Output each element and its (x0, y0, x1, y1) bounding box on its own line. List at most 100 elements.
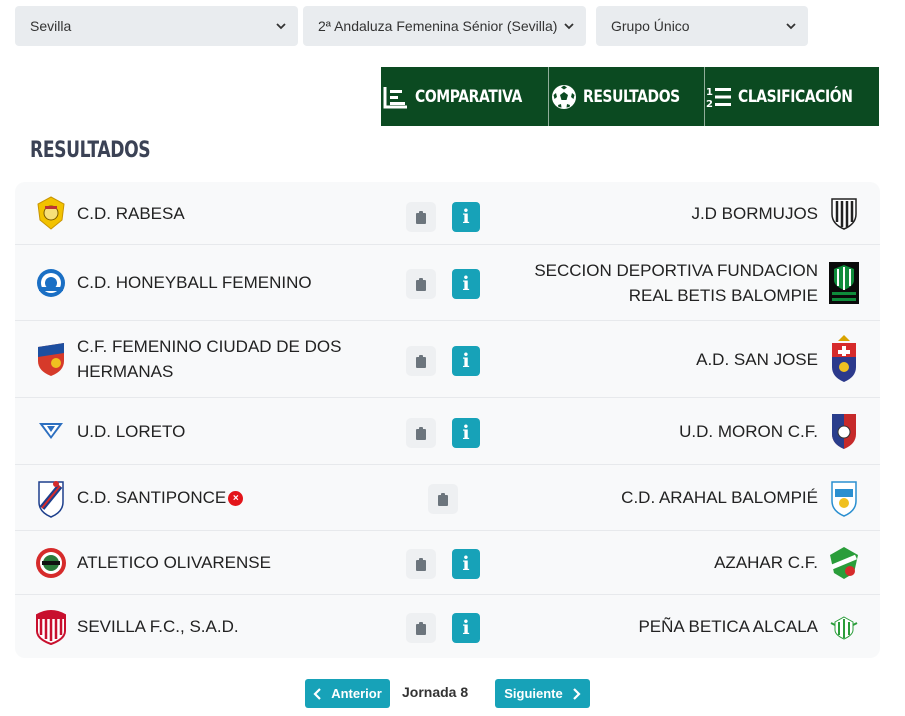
chevron-down-icon (786, 23, 796, 30)
match-report-button[interactable] (406, 613, 436, 643)
clipboard-icon (438, 492, 448, 506)
match-row: U.D. LORETO i U.D. MORON C.F. (15, 398, 880, 465)
previous-label: Anterior (331, 686, 382, 701)
home-team-name: C.F. FEMENINO CIUDAD DE DOS HERMANAS (77, 337, 342, 381)
match-report-button[interactable] (406, 269, 436, 299)
away-team[interactable]: C.D. ARAHAL BALOMPIÉ (500, 465, 860, 530)
info-icon: i (462, 553, 470, 575)
team-crest-icon (828, 540, 860, 586)
chevron-right-icon (572, 687, 581, 700)
team-crest-icon (828, 475, 860, 521)
match-row: C.D. SANTIPONCE × C.D. ARAHAL BALOMPIÉ (15, 465, 880, 531)
away-team-name: A.D. SAN JOSE (696, 349, 818, 369)
tab-comparativa[interactable]: COMPARATIVA (381, 67, 549, 126)
next-label: Siguiente (504, 686, 563, 701)
home-team-name: C.D. RABESA (77, 203, 185, 223)
next-button[interactable]: Siguiente (495, 679, 590, 708)
section-tabs: COMPARATIVA RESULTADOS 1 2 CLASIFICACIÓN (381, 67, 879, 126)
previous-button[interactable]: Anterior (305, 679, 390, 708)
match-row: ATLETICO OLIVARENSE i AZAHAR C.F. (15, 531, 880, 595)
team-crest-icon (828, 260, 860, 306)
match-report-button[interactable] (406, 346, 436, 376)
away-team-name: SECCION DEPORTIVA FUNDACION REAL BETIS B… (534, 260, 818, 305)
match-info-button[interactable]: i (452, 549, 480, 579)
current-round-label: Jornada 8 (402, 684, 469, 700)
section-title: RESULTADOS (30, 138, 151, 163)
home-team-name: ATLETICO OLIVARENSE (77, 553, 271, 572)
team-crest-icon (828, 190, 860, 236)
match-report-button[interactable] (428, 484, 458, 514)
match-row: C.D. HONEYBALL FEMENINO i SECCION DEPORT… (15, 245, 880, 321)
team-crest-icon (35, 545, 67, 581)
tab-label: COMPARATIVA (415, 86, 523, 107)
tab-clasificacion[interactable]: 1 2 CLASIFICACIÓN (705, 67, 879, 126)
match-row: C.F. FEMENINO CIUDAD DE DOS HERMANAS i A… (15, 321, 880, 398)
results-list: C.D. RABESA i J.D BORMUJOS C.D. HONEYBAL… (15, 182, 880, 658)
away-team[interactable]: AZAHAR C.F. (500, 531, 860, 594)
info-icon: i (462, 273, 470, 295)
away-team-name: PEÑA BETICA ALCALA (638, 617, 818, 636)
home-team-name: SEVILLA F.C., S.A.D. (77, 617, 239, 636)
info-icon: i (462, 422, 470, 444)
home-team-name: U.D. LORETO (77, 421, 186, 441)
chevron-down-icon (276, 23, 286, 30)
home-team[interactable]: C.D. SANTIPONCE × (35, 465, 375, 530)
match-info-button[interactable]: i (452, 613, 480, 643)
home-team[interactable]: C.D. RABESA (35, 182, 375, 244)
home-team-name-text: C.D. SANTIPONCE (77, 488, 227, 507)
province-select[interactable]: Sevilla (15, 6, 298, 46)
team-crest-icon (828, 604, 860, 650)
bar-chart-icon (383, 86, 408, 108)
chevron-left-icon (313, 687, 321, 700)
home-team[interactable]: U.D. LORETO (35, 398, 375, 464)
chevron-down-icon (564, 23, 574, 30)
match-info-button[interactable]: i (452, 202, 480, 232)
clipboard-icon (416, 277, 426, 291)
match-report-button[interactable] (406, 549, 436, 579)
soccer-ball-icon (552, 84, 577, 109)
team-crest-icon (35, 195, 67, 231)
match-row: C.D. RABESA i J.D BORMUJOS (15, 182, 880, 245)
competition-select[interactable]: 2ª Andaluza Femenina Sénior (Sevilla) (303, 6, 586, 46)
team-crest-icon (35, 609, 67, 645)
match-report-button[interactable] (406, 202, 436, 232)
away-team[interactable]: PEÑA BETICA ALCALA (500, 595, 860, 658)
away-team[interactable]: U.D. MORON C.F. (500, 398, 860, 464)
team-crest-icon (828, 408, 860, 454)
info-icon: i (462, 617, 470, 639)
team-crest-icon (35, 413, 67, 449)
away-team[interactable]: A.D. SAN JOSE (500, 321, 860, 397)
tab-resultados[interactable]: RESULTADOS (549, 67, 705, 126)
match-info-button[interactable]: i (452, 418, 480, 448)
clipboard-icon (416, 621, 426, 635)
match-report-button[interactable] (406, 418, 436, 448)
team-crest-icon (35, 341, 67, 377)
away-team-name: AZAHAR C.F. (714, 553, 818, 572)
group-select-value: Grupo Único (611, 18, 690, 34)
match-info-button[interactable]: i (452, 269, 480, 299)
group-select[interactable]: Grupo Único (596, 6, 808, 46)
match-info-button[interactable]: i (452, 346, 480, 376)
away-team-name: J.D BORMUJOS (691, 203, 818, 223)
team-crest-icon (35, 265, 67, 301)
home-team[interactable]: C.F. FEMENINO CIUDAD DE DOS HERMANAS (35, 321, 375, 397)
home-team-name: C.D. HONEYBALL FEMENINO (77, 273, 312, 292)
team-crest-icon (828, 335, 860, 382)
match-row: SEVILLA F.C., S.A.D. i PEÑA BETICA ALCAL… (15, 595, 880, 658)
info-icon: i (462, 206, 470, 228)
home-team[interactable]: ATLETICO OLIVARENSE (35, 531, 375, 594)
away-team[interactable]: J.D BORMUJOS (500, 182, 860, 244)
home-team[interactable]: C.D. HONEYBALL FEMENINO (35, 245, 375, 320)
clipboard-icon (416, 426, 426, 440)
team-crest-icon (35, 480, 67, 518)
home-team[interactable]: SEVILLA F.C., S.A.D. (35, 595, 375, 658)
svg-text:1: 1 (706, 87, 713, 98)
cancelled-badge-icon: × (228, 491, 244, 507)
ranking-list-icon: 1 2 (706, 87, 732, 109)
svg-text:2: 2 (706, 99, 713, 109)
home-team-name: C.D. SANTIPONCE × (77, 485, 244, 510)
away-team-name: U.D. MORON C.F. (679, 421, 818, 441)
away-team[interactable]: SECCION DEPORTIVA FUNDACION REAL BETIS B… (500, 245, 860, 320)
clipboard-icon (416, 557, 426, 571)
clipboard-icon (416, 210, 426, 224)
